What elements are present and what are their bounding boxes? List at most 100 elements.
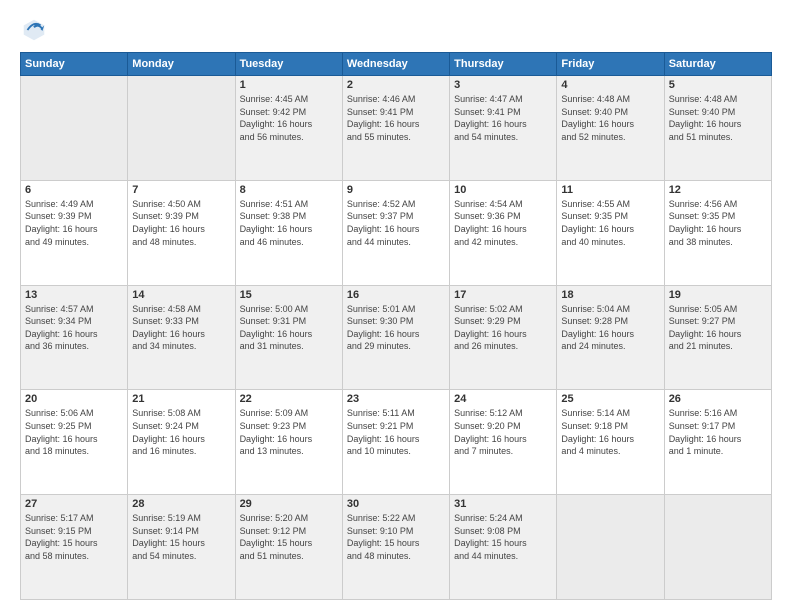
day-info: Sunrise: 5:12 AM Sunset: 9:20 PM Dayligh… <box>454 407 552 457</box>
day-info: Sunrise: 5:22 AM Sunset: 9:10 PM Dayligh… <box>347 512 445 562</box>
day-info: Sunrise: 4:47 AM Sunset: 9:41 PM Dayligh… <box>454 93 552 143</box>
day-info: Sunrise: 5:11 AM Sunset: 9:21 PM Dayligh… <box>347 407 445 457</box>
day-number: 19 <box>669 289 767 301</box>
calendar-day-cell: 15 Sunrise: 5:00 AM Sunset: 9:31 PM Dayli… <box>235 285 342 390</box>
day-info: Sunrise: 4:58 AM Sunset: 9:33 PM Dayligh… <box>132 303 230 353</box>
day-number: 9 <box>347 184 445 196</box>
day-of-week-header: Wednesday <box>342 53 449 76</box>
day-number: 21 <box>132 393 230 405</box>
calendar-day-cell: 9Sunrise: 4:52 AM Sunset: 9:37 PM Daylig… <box>342 180 449 285</box>
day-info: Sunrise: 5:01 AM Sunset: 9:30 PM Dayligh… <box>347 303 445 353</box>
calendar-header: SundayMondayTuesdayWednesdayThursdayFrid… <box>21 53 772 76</box>
calendar-day-cell: 21 Sunrise: 5:08 AM Sunset: 9:24 PM Dayli… <box>128 390 235 495</box>
day-info: Sunrise: 5:19 AM Sunset: 9:14 PM Dayligh… <box>132 512 230 562</box>
calendar-day-cell: 6 Sunrise: 4:49 AM Sunset: 9:39 PM Daylig… <box>21 180 128 285</box>
day-info: Sunrise: 5:24 AM Sunset: 9:08 PM Dayligh… <box>454 512 552 562</box>
day-info: Sunrise: 4:57 AM Sunset: 9:34 PM Dayligh… <box>25 303 123 353</box>
day-number: 11 <box>561 184 659 196</box>
calendar-day-cell: 11 Sunrise: 4:55 AM Sunset: 9:35 PM Dayli… <box>557 180 664 285</box>
calendar-table: SundayMondayTuesdayWednesdayThursdayFrid… <box>20 52 772 600</box>
calendar-day-cell: 18 Sunrise: 5:04 AM Sunset: 9:28 PM Dayli… <box>557 285 664 390</box>
calendar-day-cell: 24Sunrise: 5:12 AM Sunset: 9:20 PM Dayli… <box>450 390 557 495</box>
day-info: Sunrise: 4:45 AM Sunset: 9:42 PM Dayligh… <box>240 93 338 143</box>
calendar-day-cell: 28Sunrise: 5:19 AM Sunset: 9:14 PM Dayli… <box>128 495 235 600</box>
calendar-day-cell: 5 Sunrise: 4:48 AM Sunset: 9:40 PM Daylig… <box>664 76 771 181</box>
day-number: 3 <box>454 79 552 91</box>
page: SundayMondayTuesdayWednesdayThursdayFrid… <box>0 0 792 612</box>
day-number: 15 <box>240 289 338 301</box>
calendar-day-cell: 13Sunrise: 4:57 AM Sunset: 9:34 PM Dayli… <box>21 285 128 390</box>
calendar-day-cell: 1 Sunrise: 4:45 AM Sunset: 9:42 PM Daylig… <box>235 76 342 181</box>
day-number: 30 <box>347 498 445 510</box>
day-of-week-header: Tuesday <box>235 53 342 76</box>
calendar-day-cell: 22 Sunrise: 5:09 AM Sunset: 9:23 PM Dayli… <box>235 390 342 495</box>
day-info: Sunrise: 5:20 AM Sunset: 9:12 PM Dayligh… <box>240 512 338 562</box>
day-number: 10 <box>454 184 552 196</box>
header <box>20 16 772 44</box>
calendar-day-cell: 30 Sunrise: 5:22 AM Sunset: 9:10 PM Dayli… <box>342 495 449 600</box>
calendar-day-cell: 4 Sunrise: 4:48 AM Sunset: 9:40 PM Daylig… <box>557 76 664 181</box>
day-number: 31 <box>454 498 552 510</box>
day-number: 16 <box>347 289 445 301</box>
day-of-week-header: Friday <box>557 53 664 76</box>
calendar-day-cell: 23 Sunrise: 5:11 AM Sunset: 9:21 PM Dayli… <box>342 390 449 495</box>
calendar-day-cell: 19 Sunrise: 5:05 AM Sunset: 9:27 PM Dayli… <box>664 285 771 390</box>
day-info: Sunrise: 4:54 AM Sunset: 9:36 PM Dayligh… <box>454 198 552 248</box>
calendar-day-cell: 31 Sunrise: 5:24 AM Sunset: 9:08 PM Dayli… <box>450 495 557 600</box>
logo-icon <box>20 16 48 44</box>
calendar-day-cell: 3 Sunrise: 4:47 AM Sunset: 9:41 PM Daylig… <box>450 76 557 181</box>
day-number: 5 <box>669 79 767 91</box>
day-number: 23 <box>347 393 445 405</box>
day-info: Sunrise: 5:02 AM Sunset: 9:29 PM Dayligh… <box>454 303 552 353</box>
day-info: Sunrise: 4:51 AM Sunset: 9:38 PM Dayligh… <box>240 198 338 248</box>
days-of-week-row: SundayMondayTuesdayWednesdayThursdayFrid… <box>21 53 772 76</box>
day-info: Sunrise: 5:00 AM Sunset: 9:31 PM Dayligh… <box>240 303 338 353</box>
day-number: 20 <box>25 393 123 405</box>
calendar-day-cell: 20Sunrise: 5:06 AM Sunset: 9:25 PM Dayli… <box>21 390 128 495</box>
day-of-week-header: Sunday <box>21 53 128 76</box>
calendar-week-row: 13Sunrise: 4:57 AM Sunset: 9:34 PM Dayli… <box>21 285 772 390</box>
day-info: Sunrise: 4:55 AM Sunset: 9:35 PM Dayligh… <box>561 198 659 248</box>
day-info: Sunrise: 4:56 AM Sunset: 9:35 PM Dayligh… <box>669 198 767 248</box>
calendar-day-cell <box>128 76 235 181</box>
logo <box>20 16 52 44</box>
calendar-week-row: 27Sunrise: 5:17 AM Sunset: 9:15 PM Dayli… <box>21 495 772 600</box>
calendar-day-cell: 17 Sunrise: 5:02 AM Sunset: 9:29 PM Dayli… <box>450 285 557 390</box>
day-number: 4 <box>561 79 659 91</box>
calendar-day-cell: 29Sunrise: 5:20 AM Sunset: 9:12 PM Dayli… <box>235 495 342 600</box>
day-info: Sunrise: 4:49 AM Sunset: 9:39 PM Dayligh… <box>25 198 123 248</box>
day-number: 12 <box>669 184 767 196</box>
day-info: Sunrise: 5:16 AM Sunset: 9:17 PM Dayligh… <box>669 407 767 457</box>
day-number: 22 <box>240 393 338 405</box>
day-number: 18 <box>561 289 659 301</box>
day-info: Sunrise: 4:48 AM Sunset: 9:40 PM Dayligh… <box>561 93 659 143</box>
calendar-day-cell: 10 Sunrise: 4:54 AM Sunset: 9:36 PM Dayli… <box>450 180 557 285</box>
day-number: 1 <box>240 79 338 91</box>
day-info: Sunrise: 4:48 AM Sunset: 9:40 PM Dayligh… <box>669 93 767 143</box>
calendar-day-cell: 14 Sunrise: 4:58 AM Sunset: 9:33 PM Dayli… <box>128 285 235 390</box>
day-number: 17 <box>454 289 552 301</box>
calendar-day-cell: 16 Sunrise: 5:01 AM Sunset: 9:30 PM Dayli… <box>342 285 449 390</box>
day-number: 7 <box>132 184 230 196</box>
calendar-day-cell: 12 Sunrise: 4:56 AM Sunset: 9:35 PM Dayli… <box>664 180 771 285</box>
day-number: 26 <box>669 393 767 405</box>
calendar-week-row: 1 Sunrise: 4:45 AM Sunset: 9:42 PM Daylig… <box>21 76 772 181</box>
day-of-week-header: Monday <box>128 53 235 76</box>
day-info: Sunrise: 5:09 AM Sunset: 9:23 PM Dayligh… <box>240 407 338 457</box>
day-info: Sunrise: 5:04 AM Sunset: 9:28 PM Dayligh… <box>561 303 659 353</box>
day-info: Sunrise: 5:08 AM Sunset: 9:24 PM Dayligh… <box>132 407 230 457</box>
day-info: Sunrise: 5:14 AM Sunset: 9:18 PM Dayligh… <box>561 407 659 457</box>
calendar-day-cell: 7Sunrise: 4:50 AM Sunset: 9:39 PM Daylig… <box>128 180 235 285</box>
calendar-body: 1 Sunrise: 4:45 AM Sunset: 9:42 PM Daylig… <box>21 76 772 600</box>
day-of-week-header: Saturday <box>664 53 771 76</box>
calendar-day-cell <box>21 76 128 181</box>
calendar-week-row: 6 Sunrise: 4:49 AM Sunset: 9:39 PM Daylig… <box>21 180 772 285</box>
calendar-week-row: 20Sunrise: 5:06 AM Sunset: 9:25 PM Dayli… <box>21 390 772 495</box>
day-number: 8 <box>240 184 338 196</box>
day-number: 6 <box>25 184 123 196</box>
calendar-day-cell: 25 Sunrise: 5:14 AM Sunset: 9:18 PM Dayli… <box>557 390 664 495</box>
calendar-day-cell: 8 Sunrise: 4:51 AM Sunset: 9:38 PM Daylig… <box>235 180 342 285</box>
day-number: 25 <box>561 393 659 405</box>
day-info: Sunrise: 5:05 AM Sunset: 9:27 PM Dayligh… <box>669 303 767 353</box>
day-number: 14 <box>132 289 230 301</box>
